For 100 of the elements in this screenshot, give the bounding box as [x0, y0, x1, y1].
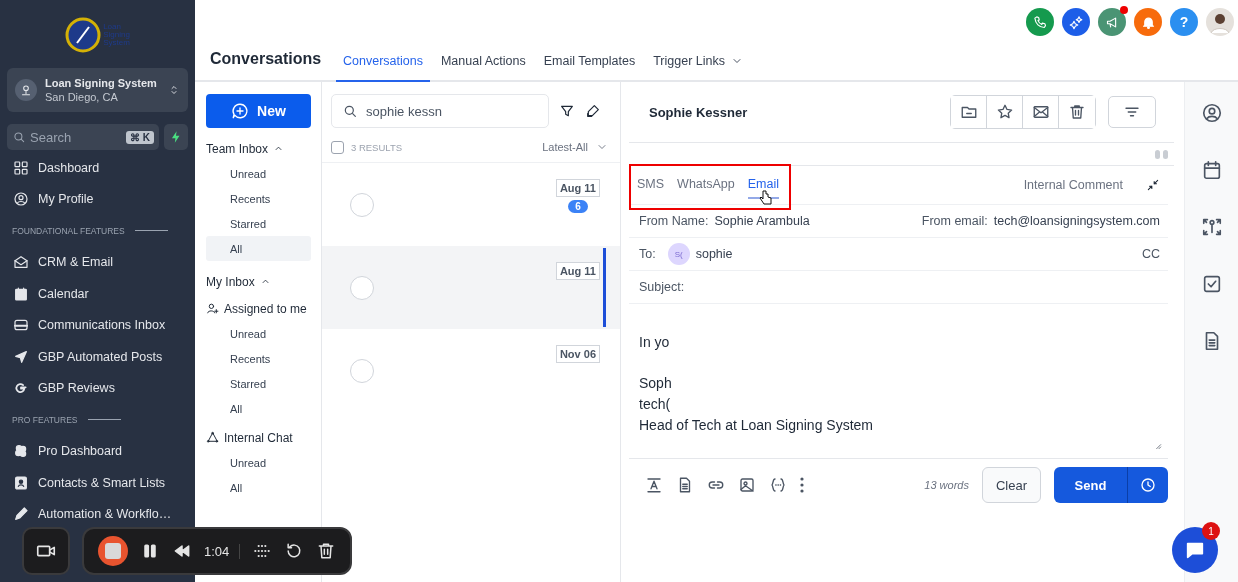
field-label: From email:: [921, 214, 988, 228]
user-circle-icon: [1200, 102, 1223, 124]
nav-item[interactable]: GBP Automated Posts: [7, 346, 163, 367]
nav-item[interactable]: Automation & Workflo…: [7, 504, 172, 525]
inbox-filter[interactable]: Unread: [206, 321, 311, 346]
search-field[interactable]: sophie kessn: [331, 94, 549, 128]
cluster-icon: [13, 442, 29, 459]
location-pin-icon: [19, 83, 33, 97]
conversation-row[interactable]: Nov 06: [322, 329, 620, 412]
contact-avatar: [350, 275, 374, 300]
braces-icon: [769, 476, 787, 494]
folder-button[interactable]: [951, 96, 987, 128]
filter-button[interactable]: [1108, 96, 1156, 128]
group-header[interactable]: Team Inbox: [206, 141, 269, 156]
nav-item[interactable]: Communications Inbox: [7, 315, 166, 336]
results-count: 3 RESULTS: [351, 141, 403, 153]
user-plus-icon: [206, 302, 219, 315]
new-button[interactable]: New: [206, 94, 311, 128]
bell-icon: [1140, 14, 1156, 30]
inbox-filter[interactable]: Unread: [206, 161, 311, 186]
sparkle-icon: [1068, 14, 1084, 30]
search-icon: [342, 103, 358, 119]
section-label: FOUNDATIONAL FEATURES: [12, 225, 125, 236]
page-title: Conversations: [209, 50, 323, 69]
sparkle-button[interactable]: [1062, 8, 1090, 36]
star-icon: [995, 103, 1014, 121]
sort-dropdown[interactable]: Latest-All: [542, 141, 608, 153]
inbox-filter[interactable]: All: [206, 475, 311, 500]
page-tab[interactable]: Email Templates: [536, 54, 643, 82]
more-vertical-icon[interactable]: [800, 477, 804, 493]
pencil-icon: [13, 506, 29, 523]
account-location: San Diego, CA: [45, 90, 119, 104]
triangle-nodes-icon: [206, 431, 219, 444]
page-tab[interactable]: Manual Actions: [433, 54, 533, 82]
phone-icon: [1032, 14, 1048, 30]
nav-item[interactable]: My Profile: [7, 189, 94, 210]
inbox-filter[interactable]: Unread: [206, 450, 311, 475]
clear-button[interactable]: Clear: [981, 467, 1041, 503]
shortcut-badge: ⌘ K: [126, 130, 154, 144]
logo-text: System: [103, 39, 130, 47]
nav-item[interactable]: GBP Reviews: [7, 378, 115, 399]
channel-tab[interactable]: WhatsApp: [677, 171, 735, 199]
contact-avatar: [350, 358, 374, 383]
conversation-row[interactable]: Aug 11: [322, 246, 620, 329]
page-tab[interactable]: Conversations: [336, 54, 430, 82]
section-label: PRO FEATURES: [12, 414, 78, 425]
inbox-filter[interactable]: Starred: [206, 211, 311, 236]
date-label: Aug 11: [555, 179, 600, 197]
word-count: 13 words: [924, 479, 969, 491]
field-label: To:: [639, 247, 656, 261]
scroll-handle-icon[interactable]: [1155, 149, 1168, 159]
date-label: Aug 11: [555, 262, 600, 280]
field-value: Sophie Arambula: [714, 214, 810, 228]
inbox-filter[interactable]: All: [206, 396, 311, 421]
select-all-checkbox[interactable]: [331, 140, 344, 154]
mail-icon: [1031, 103, 1050, 121]
message-editor[interactable]: In yo Soph tech( Head of Tech at Loan Signing System: [629, 304, 1168, 459]
filter-icon: [559, 103, 575, 119]
image-icon: [738, 476, 756, 494]
search-field[interactable]: Search ⌘ K: [7, 124, 159, 150]
field-label: From Name:: [639, 214, 709, 228]
chevron-updown-icon: [168, 84, 180, 96]
field-label: Subject:: [639, 280, 685, 294]
nav-item[interactable]: Pro Dashboard: [7, 440, 123, 461]
conversation-row[interactable]: Aug 11 6: [322, 163, 620, 246]
recipient-avatar: S(: [667, 243, 690, 265]
inbox-filter[interactable]: Recents: [206, 186, 311, 211]
channel-tab[interactable]: SMS: [637, 171, 665, 199]
group-header[interactable]: Internal Chat: [224, 430, 293, 445]
cc-link[interactable]: CC: [1141, 247, 1160, 261]
nav-item[interactable]: CRM & Email: [7, 252, 113, 272]
field-value: tech@loansigningsystem.com: [993, 214, 1160, 228]
internal-comment-tab[interactable]: Internal Comment: [1023, 178, 1123, 192]
contact-avatar: [350, 192, 374, 217]
logo-text: Loan: [103, 23, 122, 31]
grid-icon: [13, 159, 29, 176]
inbox-filter[interactable]: All: [206, 236, 311, 261]
quick-action-button[interactable]: [164, 124, 188, 150]
nav-item[interactable]: Calendar: [7, 283, 89, 304]
account-switcher[interactable]: Loan Signing System San Diego, CA: [7, 68, 188, 112]
megaphone-button[interactable]: [1098, 8, 1126, 36]
camera-button[interactable]: [22, 527, 70, 575]
trash-icon: [1068, 103, 1086, 121]
inbox-filter[interactable]: Recents: [206, 346, 311, 371]
nav-item[interactable]: Contacts & Smart Lists: [7, 472, 166, 493]
notifications-button[interactable]: [1134, 8, 1162, 36]
inbox-filter[interactable]: Starred: [206, 371, 311, 396]
page-tab[interactable]: Trigger Links: [646, 54, 750, 82]
resize-handle-icon: [1154, 442, 1162, 450]
nav-item[interactable]: Dashboard: [7, 157, 100, 178]
phone-button[interactable]: [1026, 8, 1054, 36]
group-header[interactable]: Assigned to me: [224, 301, 307, 316]
stop-button[interactable]: [98, 536, 128, 566]
search-icon: [12, 130, 26, 144]
network-icon: [1200, 216, 1223, 238]
avatar[interactable]: [1206, 8, 1234, 36]
group-header[interactable]: My Inbox: [206, 274, 255, 289]
contact-card-icon: [13, 474, 29, 491]
unread-badge: 6: [568, 200, 588, 213]
account-name: Loan Signing System: [45, 76, 158, 90]
